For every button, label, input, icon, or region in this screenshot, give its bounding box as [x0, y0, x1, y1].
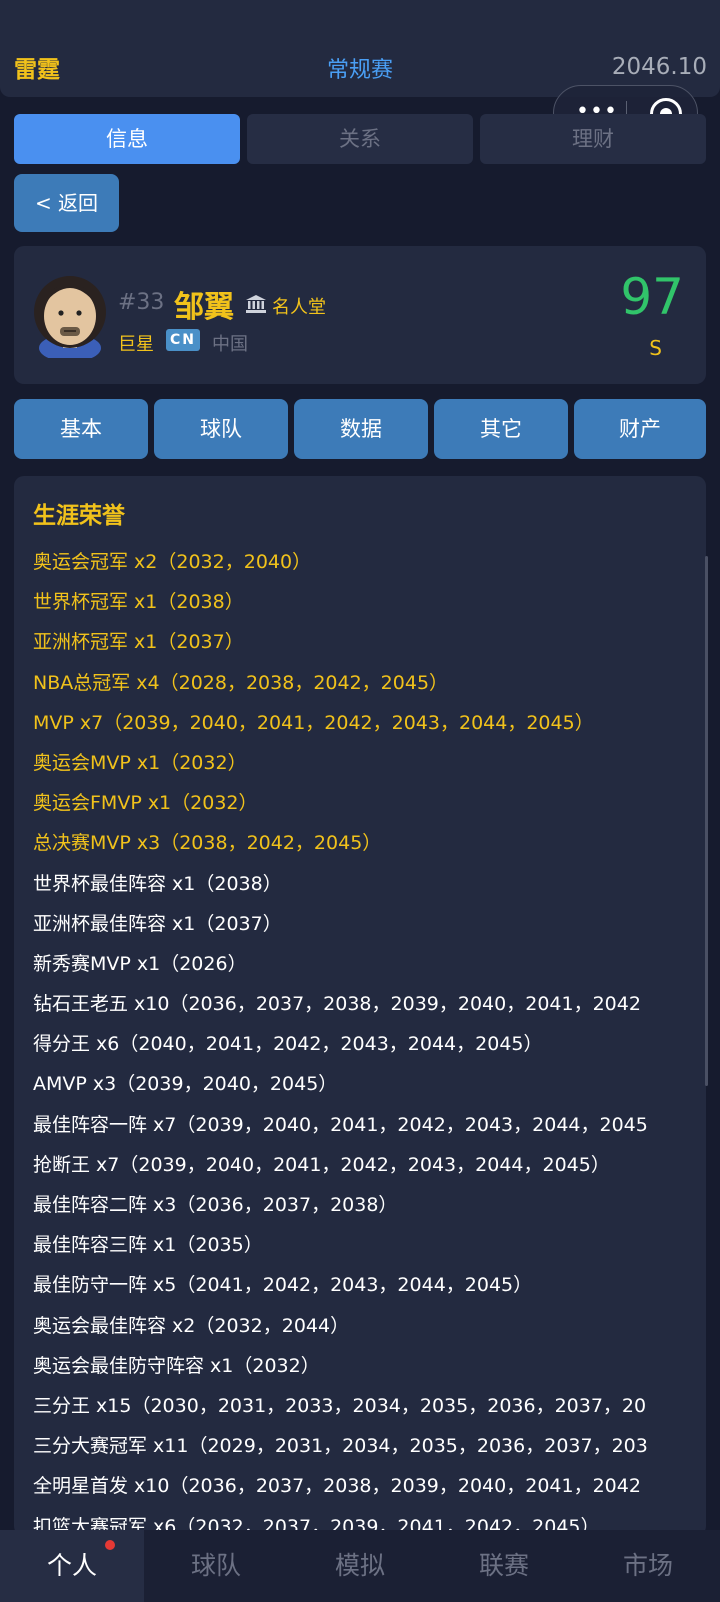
honor-item: 抢断王 x7（2039，2040，2041，2042，2043，2044，204…	[33, 1153, 610, 1176]
honor-item: 总决赛MVP x3（2038，2042，2045）	[33, 832, 382, 855]
country-flag-badge: CN	[166, 329, 200, 351]
honor-item: 最佳防守一阵 x5（2041，2042，2043，2044，2045）	[33, 1274, 533, 1297]
honor-item: 奥运会MVP x1（2032）	[33, 751, 247, 774]
honor-item: 奥运会冠军 x2（2032，2040）	[33, 551, 312, 573]
honors-list: 奥运会冠军 x2（2032，2040） 世界杯冠军 x1（2038） 亚洲杯冠军 x…	[33, 542, 703, 1536]
honor-item: 最佳阵容三阵 x1（2035）	[33, 1234, 263, 1257]
subnav-basic[interactable]: 基本	[14, 399, 148, 459]
honor-item: NBA总冠军 x4（2028，2038，2042，2045）	[33, 671, 449, 694]
notification-dot	[105, 1540, 115, 1550]
scrollbar[interactable]	[705, 556, 708, 1086]
honor-item: 奥运会最佳阵容 x2（2032，2044）	[33, 1314, 350, 1337]
player-tier: 巨星	[118, 334, 154, 355]
honor-item: 奥运会FMVP x1（2032）	[33, 792, 258, 815]
player-name: 邹翼	[174, 290, 234, 325]
honor-item: 亚洲杯最佳阵容 x1（2037）	[33, 912, 282, 935]
back-button[interactable]: < 返回	[14, 174, 119, 232]
bottom-nav-league[interactable]: 联赛	[432, 1530, 576, 1602]
bottom-nav-simulate[interactable]: 模拟	[288, 1530, 432, 1602]
player-avatar	[34, 276, 106, 358]
honor-item: 世界杯最佳阵容 x1（2038）	[33, 872, 282, 895]
hall-of-fame-icon	[246, 295, 266, 313]
subnav-stats[interactable]: 数据	[294, 399, 428, 459]
honor-item: 钻石王老五 x10（2036，2037，2038，2039，2040，2041，…	[33, 993, 641, 1016]
bottom-nav-team[interactable]: 球队	[144, 1530, 288, 1602]
honor-item: 奥运会最佳防守阵容 x1（2032）	[33, 1354, 320, 1377]
honor-item: 三分王 x15（2030，2031，2033，2034，2035，2036，20…	[33, 1394, 647, 1417]
tab-info[interactable]: 信息	[14, 114, 240, 164]
honor-item: 全明星首发 x10（2036，2037，2038，2039，2040，2041，…	[33, 1475, 641, 1498]
honor-item: MVP x7（2039，2040，2041，2042，2043，2044，204…	[33, 711, 594, 734]
honors-title: 生涯荣誉	[33, 503, 125, 529]
overall-rating: 97	[620, 268, 684, 326]
career-honors-panel[interactable]: 生涯荣誉 奥运会冠军 x2（2032，2040） 世界杯冠军 x1（2038） 亚洲…	[14, 476, 706, 1536]
player-card: #33 邹翼 名人堂 巨星 CN 中国 97 S	[14, 246, 706, 384]
honor-item: 新秀赛MVP x1（2026）	[33, 952, 247, 975]
bottom-nav-label: 个人	[46, 1551, 97, 1580]
player-country: 中国	[212, 334, 248, 355]
top-bar: 雷霆 常规赛 2046.10	[0, 0, 720, 97]
bottom-nav: 个人 球队 模拟 联赛 市场	[0, 1530, 720, 1602]
rating-grade: S	[649, 336, 662, 360]
honor-item: 得分王 x6（2040，2041，2042，2043，2044，2045）	[33, 1033, 543, 1056]
honor-item: 最佳阵容二阵 x3（2036，2037，2038）	[33, 1194, 398, 1216]
hall-of-fame-label: 名人堂	[272, 297, 326, 318]
honor-item: 三分大赛冠军 x11（2029，2031，2034，2035，2036，2037…	[33, 1435, 648, 1458]
subnav-assets[interactable]: 财产	[574, 399, 706, 459]
jersey-number: #33	[118, 290, 165, 315]
honor-item: 最佳阵容一阵 x7（2039，2040，2041，2042，2043，2044，…	[33, 1113, 648, 1136]
honor-item: 亚洲杯冠军 x1（2037）	[33, 631, 244, 654]
bottom-nav-personal[interactable]: 个人	[0, 1530, 144, 1602]
honor-item: 世界杯冠军 x1（2038）	[33, 591, 244, 614]
tab-relations[interactable]: 关系	[247, 114, 473, 164]
game-date: 2046.10	[611, 54, 707, 80]
tab-finance[interactable]: 理财	[480, 114, 706, 164]
subnav-other[interactable]: 其它	[434, 399, 568, 459]
bottom-nav-market[interactable]: 市场	[576, 1530, 720, 1602]
honor-item: AMVP x3（2039，2040，2045）	[33, 1073, 338, 1096]
subnav-team[interactable]: 球队	[154, 399, 288, 459]
